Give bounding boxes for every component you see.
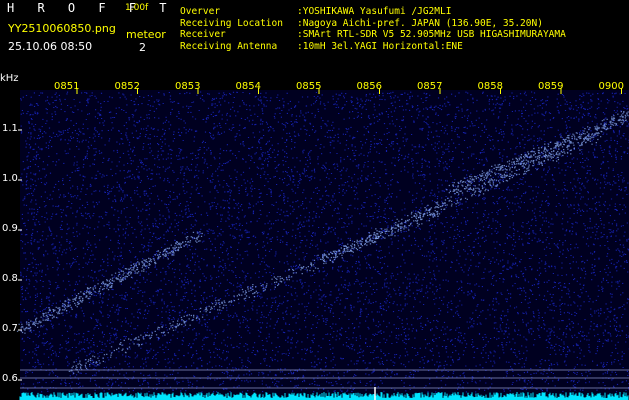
- y-axis-label: kHz: [0, 73, 19, 84]
- x-tick-label: 0857: [417, 81, 443, 92]
- y-tick-label: 0.7: [2, 323, 18, 334]
- y-tick-label: 1.0: [2, 173, 18, 184]
- x-tick-label: 0851: [54, 81, 80, 92]
- x-tick-label: 0853: [175, 81, 201, 92]
- x-tick-label: 0854: [235, 81, 261, 92]
- x-tick-label: 0900: [598, 81, 624, 92]
- x-tick-label: 0852: [114, 81, 140, 92]
- x-tick-label: 0855: [296, 81, 322, 92]
- y-tick-label: 0.9: [2, 223, 18, 234]
- x-tick-label: 0859: [538, 81, 564, 92]
- x-tick-label: 0858: [477, 81, 503, 92]
- y-tick-label: 1.1: [2, 123, 18, 134]
- y-tick-label: 0.6: [2, 373, 18, 384]
- spectrogram-plot: [16, 88, 629, 400]
- y-tick-label: 0.8: [2, 273, 18, 284]
- x-tick-label: 0856: [356, 81, 382, 92]
